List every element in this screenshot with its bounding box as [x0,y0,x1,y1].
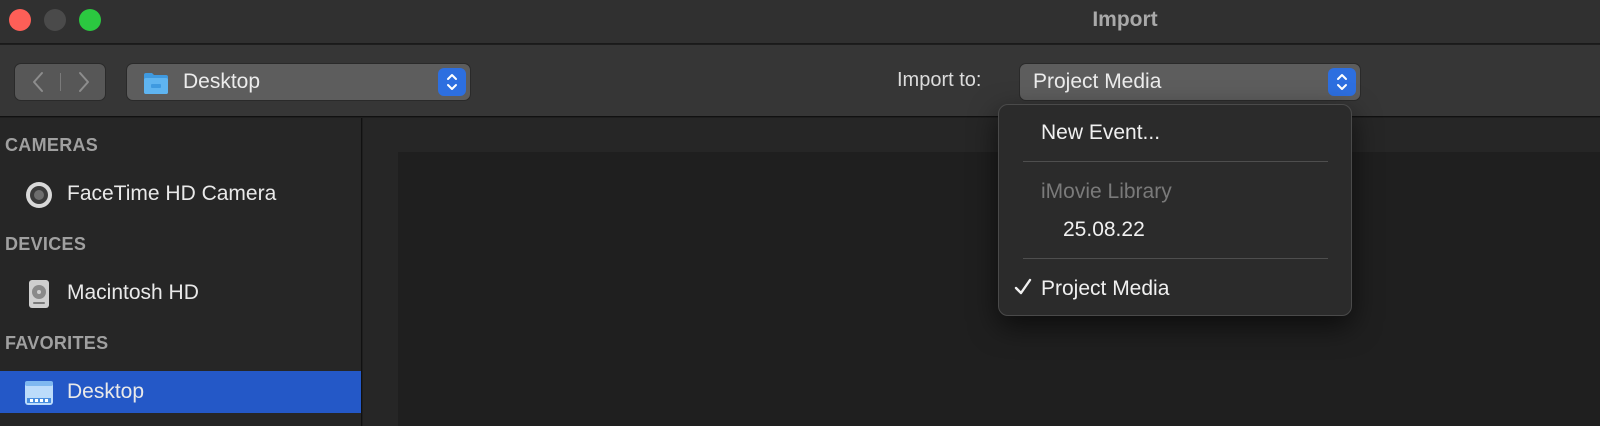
sidebar-item-desktop[interactable]: Desktop [0,371,361,413]
desktop-icon [24,378,54,408]
back-button[interactable] [15,64,61,100]
sidebar-item-macintosh-hd[interactable]: Macintosh HD [0,272,361,314]
menu-item-new-event[interactable]: New Event... [1041,121,1160,145]
sidebar-item-label: Macintosh HD [67,281,199,304]
title-bar: Import [0,0,1600,44]
checkmark-icon [1014,278,1032,295]
import-to-value: Project Media [1033,70,1162,93]
sidebar-item-label: FaceTime HD Camera [67,182,277,205]
section-header-favorites: FAVORITES [5,333,109,353]
import-to-label: Import to: [897,69,982,91]
up-down-chevron-icon [1337,74,1347,90]
menu-item-imovie-library: iMovie Library [1041,180,1172,203]
toolbar: Desktop Import to: Project Media [0,45,1600,117]
menu-separator [1023,161,1328,162]
forward-button[interactable] [61,64,107,100]
folder-icon [144,73,168,94]
hard-drive-icon [24,279,54,309]
menu-item-project-media[interactable]: Project Media [1041,277,1169,301]
menu-item-25-08-22[interactable]: 25.08.22 [1063,218,1145,242]
window-title: Import [1092,8,1158,31]
menu-separator [1023,258,1328,259]
section-header-cameras: CAMERAS [5,135,99,155]
import-to-popup[interactable]: Project Media [1019,63,1361,101]
up-down-chevron-icon [447,74,457,90]
sidebar-item-facetime-camera[interactable]: FaceTime HD Camera [0,173,361,215]
import-to-stepper[interactable] [1328,68,1356,96]
sidebar: CAMERAS FaceTime HD Camera DEVICES Macin… [0,118,362,426]
content-area [363,118,1600,426]
location-popup[interactable]: Desktop [126,63,471,101]
camera-icon [24,180,54,210]
location-label: Desktop [183,70,261,93]
sidebar-item-label: Desktop [67,380,145,403]
navigation-buttons [14,63,106,101]
chevron-left-icon [33,72,43,92]
location-stepper[interactable] [438,68,466,96]
import-to-menu: New Event... iMovie Library 25.08.22 Pro… [998,104,1352,316]
section-header-devices: DEVICES [5,234,87,254]
chevron-right-icon [79,72,89,92]
